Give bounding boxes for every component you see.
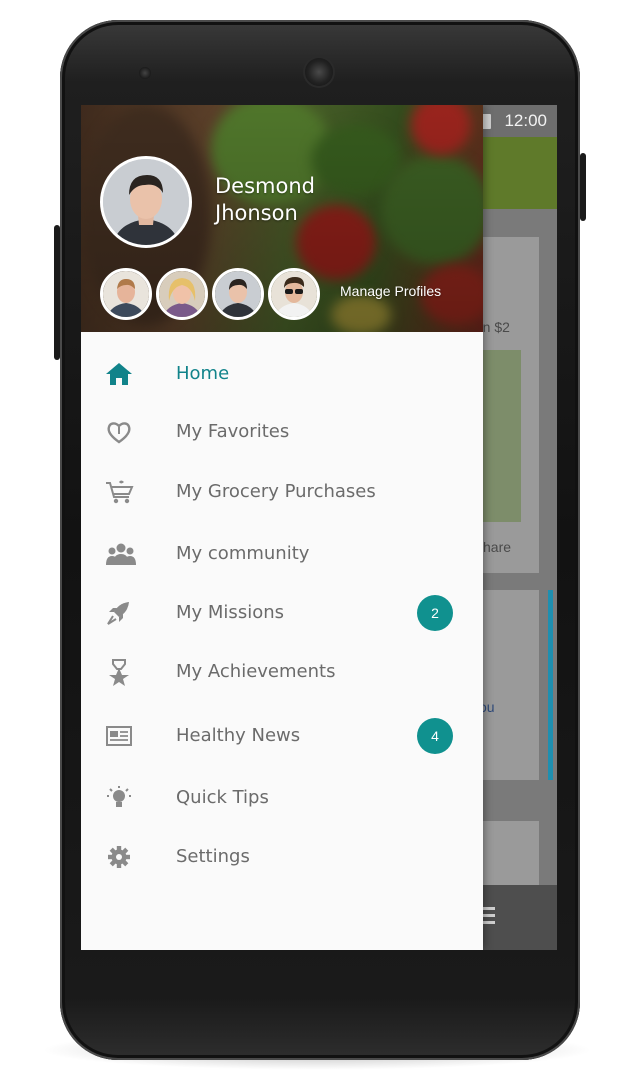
home-icon — [105, 361, 133, 387]
volume-button — [54, 225, 60, 360]
user-last-name: Jhonson — [215, 201, 298, 225]
heart-icon — [105, 419, 133, 445]
news-count-badge: 4 — [417, 718, 453, 754]
phone-screen: 12:00 rn $2 hare ou Desmond Jhonson Mana… — [81, 105, 557, 950]
background-card-image — [483, 350, 521, 522]
menu-item-label: Quick Tips — [176, 787, 269, 808]
menu-item-healthy-news[interactable]: Healthy News 4 — [81, 706, 483, 764]
menu-item-label: My Missions — [176, 602, 284, 623]
earpiece-speaker — [305, 58, 333, 86]
menu-item-label: My Favorites — [176, 421, 290, 442]
menu-item-grocery-purchases[interactable]: My Grocery Purchases — [81, 462, 483, 520]
lightbulb-icon — [105, 785, 133, 811]
manage-profiles-link[interactable]: Manage Profiles — [340, 283, 441, 299]
background-card-3[interactable] — [477, 821, 539, 885]
cart-icon — [105, 479, 134, 505]
menu-item-settings[interactable]: Settings — [81, 827, 483, 885]
menu-item-label: Healthy News — [176, 725, 301, 746]
menu-item-label: My Achievements — [176, 661, 336, 682]
medal-icon — [105, 659, 133, 686]
profile-avatar-2[interactable] — [156, 268, 208, 320]
power-button — [580, 153, 586, 221]
status-time: 12:00 — [504, 111, 547, 130]
menu-item-label: Home — [176, 363, 230, 384]
gear-icon — [105, 844, 133, 870]
drawer-header: Desmond Jhonson Manage Profiles — [81, 105, 483, 332]
background-card-2[interactable] — [477, 590, 539, 780]
community-icon — [105, 541, 136, 567]
menu-item-missions[interactable]: My Missions 2 — [81, 583, 483, 641]
navigation-drawer: Desmond Jhonson Manage Profiles Home My … — [81, 105, 483, 950]
profile-avatar-3[interactable] — [212, 268, 264, 320]
menu-item-label: My community — [176, 543, 310, 564]
rocket-icon — [105, 600, 133, 626]
menu-item-quick-tips[interactable]: Quick Tips — [81, 768, 483, 826]
battery-icon — [482, 114, 491, 129]
menu-item-favorites[interactable]: My Favorites — [81, 402, 483, 460]
menu-item-achievements[interactable]: My Achievements — [81, 642, 483, 700]
user-avatar[interactable] — [100, 156, 192, 248]
menu-item-home[interactable]: Home — [81, 344, 483, 402]
menu-item-community[interactable]: My community — [81, 524, 483, 582]
front-camera — [139, 67, 151, 79]
missions-count-badge: 2 — [417, 595, 453, 631]
newspaper-icon — [105, 723, 133, 749]
user-first-name: Desmond — [215, 174, 315, 198]
profile-avatar-1[interactable] — [100, 268, 152, 320]
menu-item-label: My Grocery Purchases — [176, 481, 376, 502]
menu-item-label: Settings — [176, 846, 250, 867]
background-card-accent — [548, 590, 553, 780]
user-name: Desmond Jhonson — [215, 173, 395, 227]
profile-avatar-4[interactable] — [268, 268, 320, 320]
background-share-link[interactable]: hare — [483, 539, 511, 555]
